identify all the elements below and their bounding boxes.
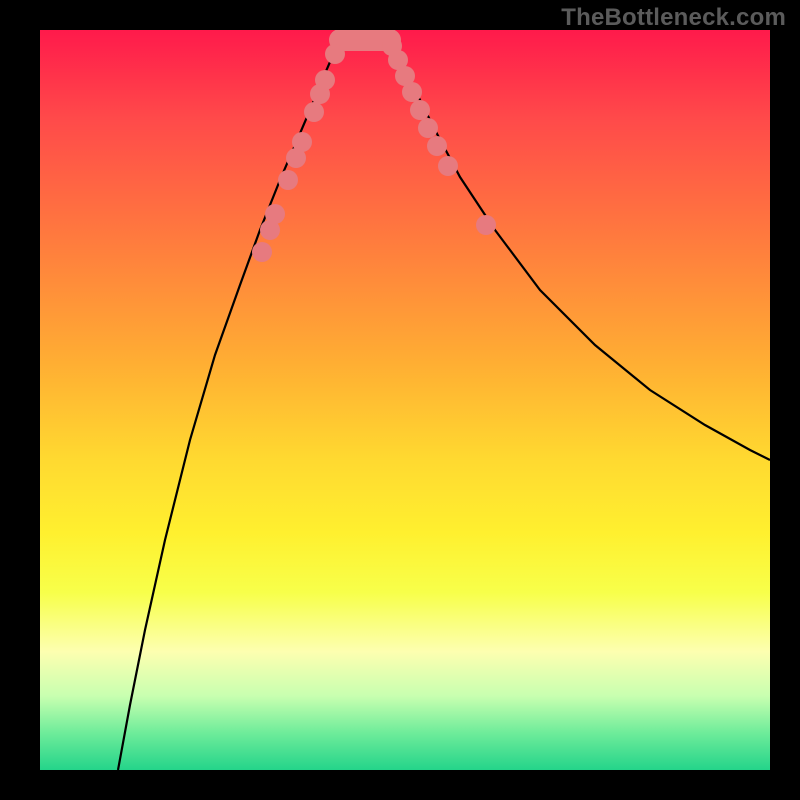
- marker-dot: [418, 118, 438, 138]
- chart-frame: TheBottleneck.com: [0, 0, 800, 800]
- marker-dot: [427, 136, 447, 156]
- marker-dot: [410, 100, 430, 120]
- marker-dot: [265, 204, 285, 224]
- marker-dot: [476, 215, 496, 235]
- curve-svg: [40, 30, 770, 770]
- marker-dot: [325, 44, 345, 64]
- marker-dot: [315, 70, 335, 90]
- plot-area: [40, 30, 770, 770]
- marker-dot: [252, 242, 272, 262]
- marker-dot: [438, 156, 458, 176]
- marker-dot: [292, 132, 312, 152]
- marker-dot: [402, 82, 422, 102]
- marker-dot: [278, 170, 298, 190]
- marker-layer: [252, 30, 496, 262]
- watermark-text: TheBottleneck.com: [561, 4, 786, 32]
- marker-dot: [304, 102, 324, 122]
